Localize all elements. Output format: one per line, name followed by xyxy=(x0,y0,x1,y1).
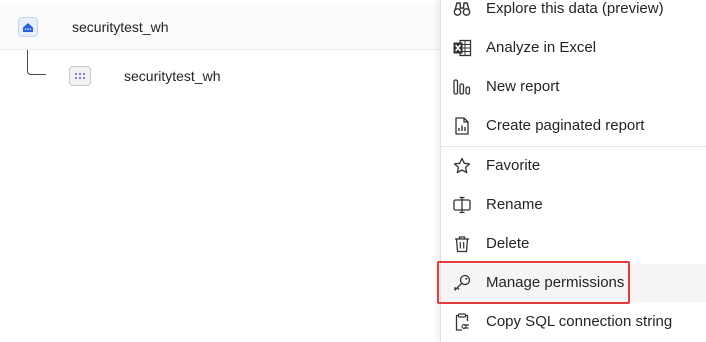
menu-item-label: Rename xyxy=(486,196,543,213)
key-icon xyxy=(452,273,472,293)
menu-item-delete[interactable]: Delete xyxy=(441,225,706,263)
menu-item-favorite[interactable]: Favorite xyxy=(441,147,706,185)
semantic-model-icon xyxy=(69,66,91,86)
binoculars-icon xyxy=(452,0,472,19)
rename-icon xyxy=(452,195,472,215)
tree-row-semantic-model[interactable]: securitytest_wh xyxy=(0,53,440,97)
menu-item-new-report[interactable]: New report xyxy=(441,68,706,106)
menu-item-manage-permissions[interactable]: Manage permissions xyxy=(441,264,706,302)
excel-icon xyxy=(452,38,472,58)
menu-item-label: Analyze in Excel xyxy=(486,39,597,56)
menu-item-label: Delete xyxy=(486,235,530,252)
clipboard-link-icon xyxy=(452,312,472,332)
menu-item-label: Create paginated report xyxy=(486,117,645,134)
menu-item-explore-data[interactable]: Explore this data (preview) xyxy=(441,0,706,28)
menu-item-label: New report xyxy=(486,78,560,95)
trash-icon xyxy=(452,234,472,254)
menu-item-label: Manage permissions xyxy=(486,274,625,291)
menu-item-label: Favorite xyxy=(486,157,541,174)
star-icon xyxy=(452,156,472,176)
menu-item-rename[interactable]: Rename xyxy=(441,186,706,224)
semantic-model-name[interactable]: securitytest_wh xyxy=(124,68,220,84)
bar-chart-icon xyxy=(452,77,472,97)
warehouse-icon xyxy=(18,17,38,37)
tree-row-warehouse[interactable]: securitytest_wh xyxy=(0,5,440,50)
context-menu: Explore this data (preview) Analyze in E… xyxy=(440,0,706,342)
workspace-item-list: securitytest_wh securitytest_wh xyxy=(0,0,440,342)
paginated-report-icon xyxy=(452,116,472,136)
menu-item-paginated-report[interactable]: Create paginated report xyxy=(441,107,706,145)
warehouse-name[interactable]: securitytest_wh xyxy=(72,19,168,35)
menu-item-label: Copy SQL connection string xyxy=(486,313,673,330)
menu-item-label: Explore this data (preview) xyxy=(486,0,664,17)
menu-item-copy-sql-connection[interactable]: Copy SQL connection string xyxy=(441,303,706,341)
menu-item-analyze-excel[interactable]: Analyze in Excel xyxy=(441,29,706,67)
